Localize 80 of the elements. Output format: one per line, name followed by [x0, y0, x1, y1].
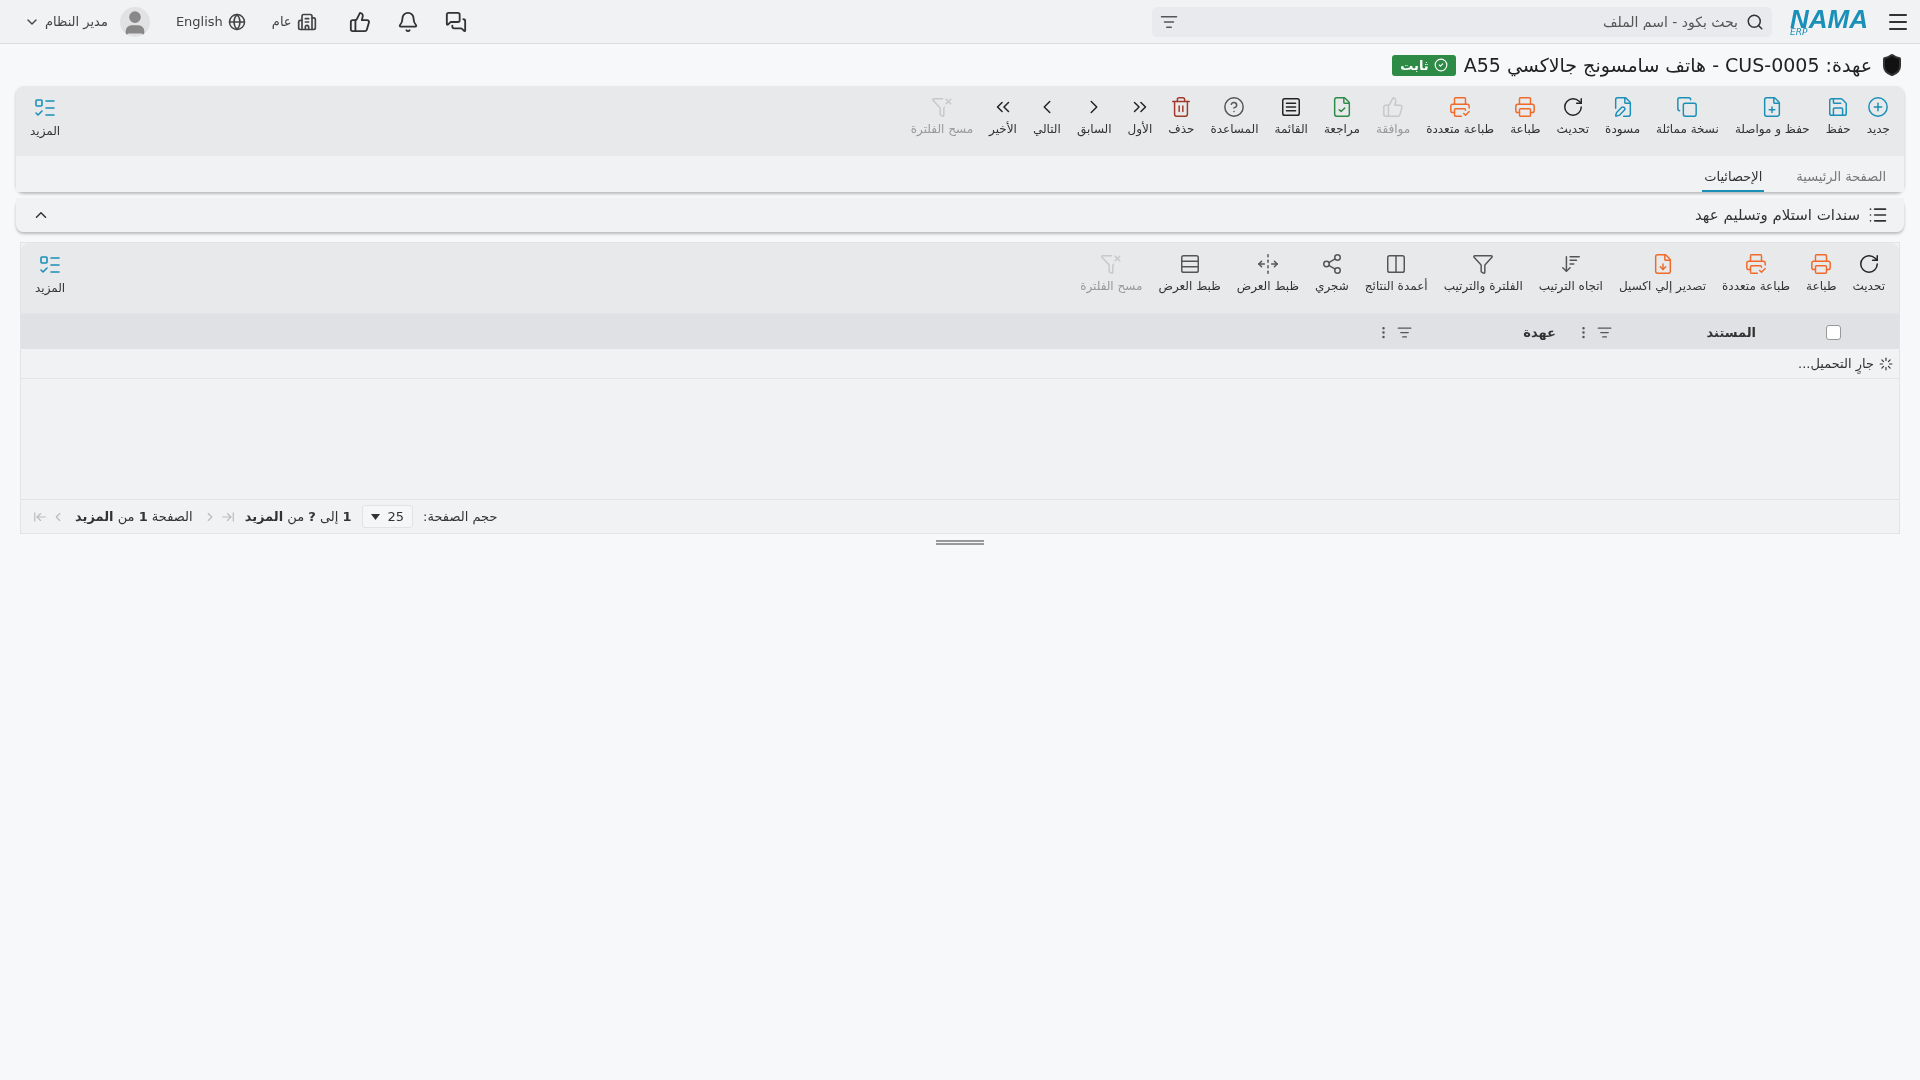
toolbar-button[interactable]: الأخير — [981, 94, 1025, 138]
toolbar-button[interactable]: طباعة — [1798, 251, 1845, 295]
toolbar-button[interactable]: السابق — [1068, 94, 1120, 138]
printer-icon — [1745, 253, 1768, 275]
toolbar-button[interactable]: شجري — [1307, 251, 1357, 295]
filter-icon[interactable] — [1597, 324, 1612, 340]
toolbar-button[interactable]: حفظ — [1817, 94, 1859, 138]
plus-circle-icon — [1867, 96, 1890, 118]
filter-clear-icon — [1100, 253, 1123, 275]
shield-icon — [1880, 53, 1904, 77]
more-button[interactable]: المزيد — [22, 94, 69, 140]
toolbar-button[interactable]: المساعدة — [1202, 94, 1267, 138]
select-all-checkbox[interactable] — [1826, 324, 1841, 340]
caret-icon — [370, 513, 380, 520]
more-button[interactable]: المزيد — [27, 251, 74, 297]
toolbar-button[interactable]: تصدير إلي اكسيل — [1610, 251, 1715, 295]
toolbar-button[interactable]: ظبط العرض — [1228, 251, 1307, 295]
toolbar-button[interactable]: اتجاه الترتيب — [1530, 251, 1611, 295]
resize-handle[interactable] — [936, 540, 984, 545]
toolbar-button[interactable]: ظبط العرض — [1150, 251, 1229, 295]
trash-icon — [1170, 96, 1193, 118]
toolbar-button[interactable]: الفلترة والترتيب — [1435, 251, 1531, 295]
toolbar-button[interactable]: أعمدة النتائج — [1356, 251, 1436, 295]
toolbar-button[interactable]: تحديث — [1844, 251, 1893, 295]
toolbar-button[interactable]: مراجعة — [1315, 94, 1368, 138]
toolbar-button[interactable]: طباعة — [1502, 94, 1549, 138]
refresh-icon — [1561, 96, 1584, 118]
toolbar-button[interactable]: جديد — [1858, 94, 1898, 138]
toolbar-button[interactable]: طباعة متعددة — [1714, 251, 1799, 295]
copy-icon — [1676, 96, 1699, 118]
thumbs-up-icon — [1382, 96, 1405, 118]
user-name[interactable]: مدير النظام — [45, 14, 108, 29]
filter-icon[interactable] — [1397, 324, 1412, 340]
fit-width-icon — [1256, 253, 1279, 275]
chat-icon[interactable] — [444, 10, 467, 33]
page-size-label: حجم الصفحة: — [423, 509, 498, 524]
toolbar-button[interactable]: حفظ و مواصلة — [1726, 94, 1818, 138]
list-icon — [1280, 96, 1303, 118]
search-icon — [1746, 12, 1764, 31]
column-header[interactable]: عهدة — [1523, 324, 1556, 340]
check-circle-icon — [1433, 58, 1448, 72]
filter-icon — [1472, 253, 1495, 275]
rows-icon — [1178, 253, 1201, 275]
search-box[interactable]: بحث بكود - اسم الملف — [1152, 6, 1772, 37]
tab[interactable]: الصفحة الرئيسية — [1794, 163, 1888, 192]
toolbar-button[interactable]: القائمة — [1266, 94, 1316, 138]
globe-icon — [227, 12, 246, 31]
tree-icon — [1320, 253, 1343, 275]
page-size-value: 25 — [387, 509, 405, 524]
printer-icon — [1449, 96, 1472, 118]
toolbar-button[interactable]: مسودة — [1597, 94, 1649, 138]
language-link[interactable]: English — [175, 14, 223, 29]
tab[interactable]: الإحصائيات — [1702, 163, 1765, 192]
printer-icon — [1514, 96, 1537, 118]
bell-icon[interactable] — [396, 10, 419, 33]
thumbs-up-icon[interactable] — [348, 10, 371, 33]
help-icon — [1223, 96, 1246, 118]
sort-icon — [1559, 253, 1582, 275]
badge-text: ثابت — [1400, 57, 1429, 73]
columns-icon — [1385, 253, 1408, 275]
page-size-select[interactable]: 25 — [361, 505, 414, 528]
refresh-icon — [1857, 253, 1880, 275]
printer-icon — [1810, 253, 1833, 275]
toolbar-button[interactable]: تحديث — [1548, 94, 1598, 138]
section-title: سندات استلام وتسليم عهد — [1694, 206, 1860, 224]
save-icon — [1827, 96, 1850, 118]
list-icon — [1868, 205, 1888, 225]
filter-clear-icon — [930, 96, 953, 118]
toolbar-button[interactable]: حذف — [1160, 94, 1203, 138]
branch-label[interactable]: عام — [271, 14, 292, 29]
toolbar-button[interactable]: طباعة متعددة — [1418, 94, 1503, 138]
page-title: عهدة: CUS-0005 - هاتف سامسونج جالاكسي A55 — [1463, 54, 1872, 76]
section-header[interactable]: سندات استلام وتسليم عهد — [16, 198, 1904, 232]
search-field[interactable]: بحث بكود - اسم الملف — [1184, 12, 1740, 31]
toolbar-button[interactable]: الأول — [1119, 94, 1161, 138]
toolbar-button[interactable]: التالي — [1024, 94, 1069, 138]
spinner-icon — [1879, 356, 1893, 371]
column-header[interactable]: المستند — [1706, 324, 1756, 340]
building-icon — [296, 11, 317, 32]
toolbar-button[interactable]: نسخة مماثلة — [1648, 94, 1727, 138]
